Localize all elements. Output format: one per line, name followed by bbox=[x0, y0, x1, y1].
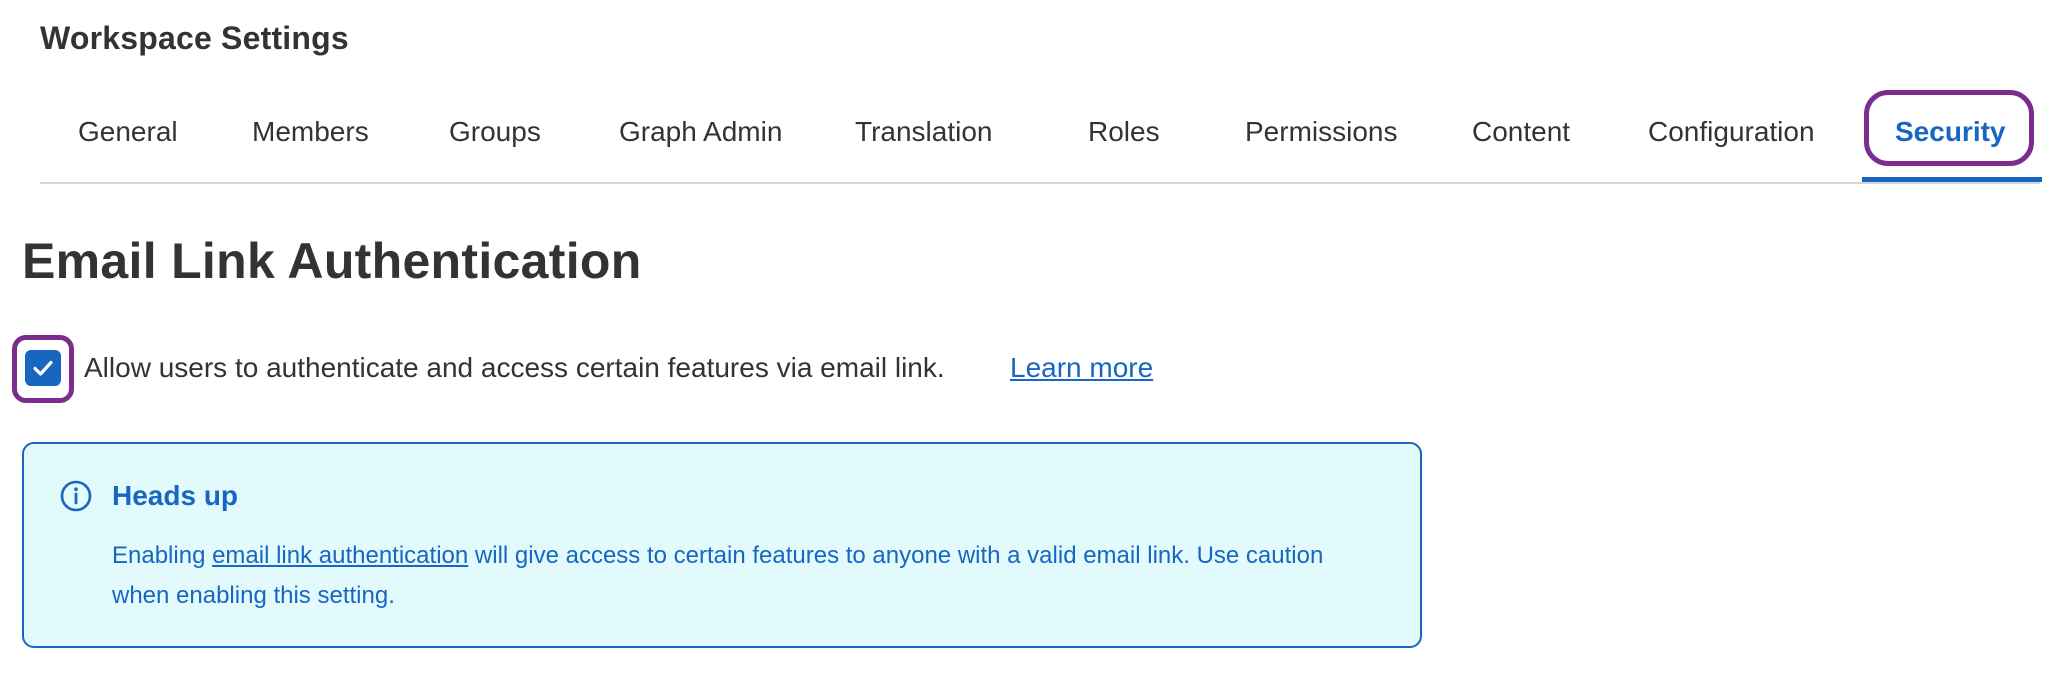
email-link-auth-label: Allow users to authenticate and access c… bbox=[84, 352, 945, 383]
email-link-auth-checkbox[interactable] bbox=[25, 350, 61, 386]
settings-tabbar: General Members Groups Graph Admin Trans… bbox=[40, 90, 2042, 184]
tab-members[interactable]: Members bbox=[252, 116, 369, 148]
tab-groups[interactable]: Groups bbox=[449, 116, 541, 148]
tab-general[interactable]: General bbox=[78, 116, 178, 148]
email-link-auth-doc-link[interactable]: email link authentication bbox=[212, 542, 468, 569]
callout-body: Enabling email link authentication will … bbox=[112, 536, 1372, 616]
section-title: Email Link Authentication bbox=[22, 233, 642, 289]
tab-translation[interactable]: Translation bbox=[855, 116, 992, 148]
callout-text-before: Enabling bbox=[112, 542, 213, 569]
tab-graph-admin[interactable]: Graph Admin bbox=[619, 116, 782, 148]
callout-title: Heads up bbox=[112, 480, 239, 511]
checkmark-icon bbox=[33, 360, 53, 376]
page-title: Workspace Settings bbox=[40, 20, 349, 56]
tab-content[interactable]: Content bbox=[1472, 116, 1570, 148]
learn-more-link[interactable]: Learn more bbox=[1010, 352, 1153, 384]
active-tab-indicator bbox=[1862, 177, 2042, 182]
heads-up-callout: Heads up Enabling email link authenticat… bbox=[22, 442, 1422, 648]
tab-permissions[interactable]: Permissions bbox=[1245, 116, 1397, 148]
tab-roles[interactable]: Roles bbox=[1088, 116, 1160, 148]
tab-configuration[interactable]: Configuration bbox=[1648, 116, 1815, 148]
tab-security[interactable]: Security bbox=[1895, 116, 2006, 148]
info-icon bbox=[60, 480, 92, 517]
